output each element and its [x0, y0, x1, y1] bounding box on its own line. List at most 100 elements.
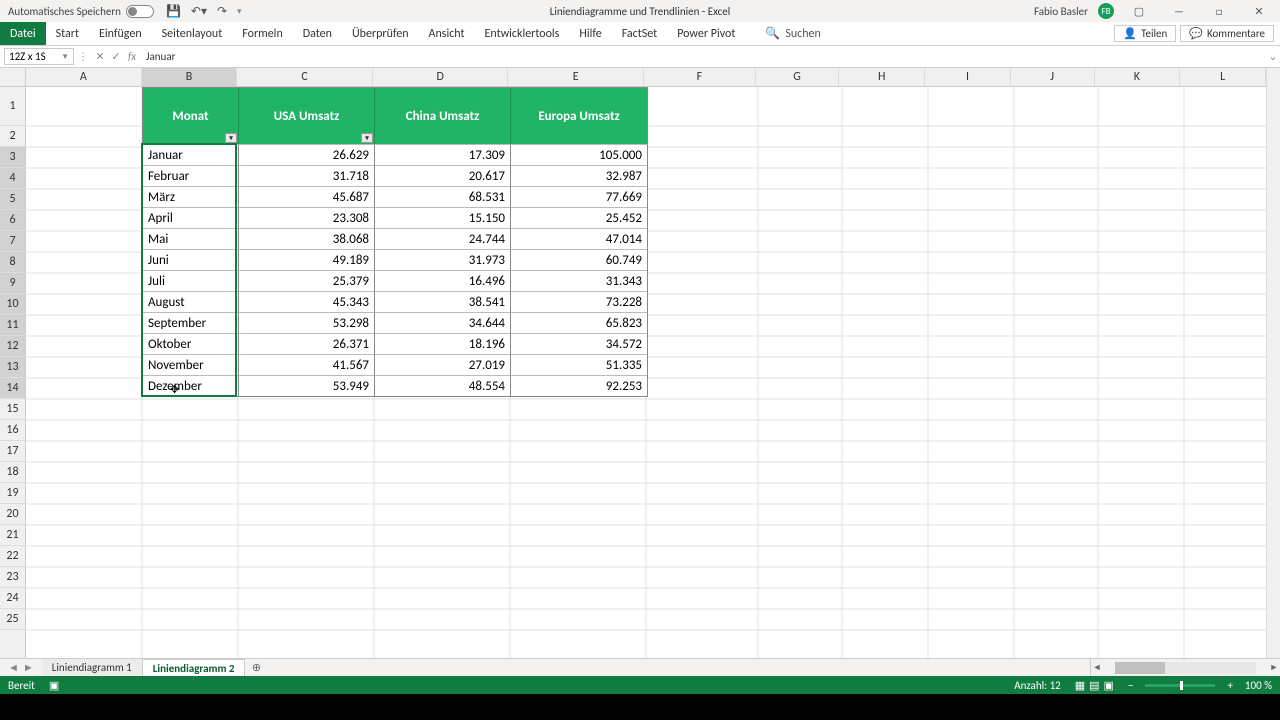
table-header-0[interactable]: Monat▾ — [143, 88, 239, 144]
undo-icon[interactable]: ↶▾ — [191, 4, 207, 19]
table-row[interactable]: Juli25.37916.49631.343 — [143, 270, 647, 291]
col-header-B[interactable]: B — [142, 68, 238, 86]
cell[interactable]: Dezember — [143, 375, 239, 396]
ribbon-tab-formeln[interactable]: Formeln — [232, 22, 292, 45]
row-header-10[interactable]: 10 — [0, 294, 25, 315]
cancel-formula-icon[interactable]: ✕ — [92, 50, 108, 63]
zoom-level[interactable]: 100 % — [1245, 679, 1272, 692]
col-header-H[interactable]: H — [839, 68, 925, 86]
cell[interactable]: 49.189 — [239, 249, 375, 270]
table-header-2[interactable]: China Umsatz — [375, 88, 511, 144]
sheet-nav-prev-icon[interactable]: ◄ — [8, 661, 19, 674]
row-header-4[interactable]: 4 — [0, 168, 25, 189]
row-header-3[interactable]: 3 — [0, 147, 25, 168]
cell[interactable]: 53.298 — [239, 312, 375, 333]
cell[interactable]: 60.749 — [511, 249, 647, 270]
row-header-6[interactable]: 6 — [0, 210, 25, 231]
cell[interactable]: 25.379 — [239, 270, 375, 291]
user-avatar[interactable]: FB — [1098, 3, 1114, 19]
ribbon-tab-datei[interactable]: Datei — [0, 22, 46, 45]
table-row[interactable]: Februar31.71820.61732.987 — [143, 165, 647, 186]
table-row[interactable]: Mai38.06824.74447.014 — [143, 228, 647, 249]
cell[interactable]: 26.629 — [239, 144, 375, 165]
row-header-13[interactable]: 13 — [0, 357, 25, 378]
save-icon[interactable]: 💾 — [166, 4, 181, 19]
share-button[interactable]: 👤Teilen — [1114, 25, 1176, 42]
cells-area[interactable]: Monat▾USA Umsatz▾China UmsatzEuropa Umsa… — [26, 87, 1266, 658]
name-box[interactable]: 12Z x 1S ▼ — [4, 48, 74, 65]
search-box[interactable]: 🔍 Suchen — [765, 22, 820, 45]
table-row[interactable]: November41.56727.01951.335 — [143, 354, 647, 375]
table-row[interactable]: Dezember53.94948.55492.253 — [143, 375, 647, 396]
cell[interactable]: August — [143, 291, 239, 312]
horizontal-scrollbar[interactable]: ◄► — [1090, 659, 1280, 676]
zoom-slider[interactable] — [1145, 684, 1215, 687]
worksheet-grid[interactable]: ABCDEFGHIJKL 123456789101112131415161718… — [0, 68, 1280, 658]
col-header-E[interactable]: E — [508, 68, 644, 86]
cell[interactable]: 65.823 — [511, 312, 647, 333]
filter-button[interactable]: ▾ — [225, 133, 237, 143]
col-header-A[interactable]: A — [26, 68, 142, 86]
row-header-20[interactable]: 20 — [0, 504, 25, 525]
cell[interactable]: 38.068 — [239, 228, 375, 249]
row-header-21[interactable]: 21 — [0, 525, 25, 546]
row-header-19[interactable]: 19 — [0, 483, 25, 504]
cell[interactable]: 15.150 — [375, 207, 511, 228]
cell[interactable]: 16.496 — [375, 270, 511, 291]
row-header-11[interactable]: 11 — [0, 315, 25, 336]
expand-formula-icon[interactable]: ⌄ — [1266, 50, 1280, 63]
cell[interactable]: 48.554 — [375, 375, 511, 396]
comments-button[interactable]: 💬Kommentare — [1180, 25, 1274, 42]
cell[interactable]: Juli — [143, 270, 239, 291]
maximize-icon[interactable]: □ — [1204, 5, 1234, 18]
ribbon-tab-entwicklertools[interactable]: Entwicklertools — [475, 22, 570, 45]
data-table[interactable]: Monat▾USA Umsatz▾China UmsatzEuropa Umsa… — [142, 87, 648, 397]
cell[interactable]: September — [143, 312, 239, 333]
cell[interactable]: 51.335 — [511, 354, 647, 375]
zoom-in-icon[interactable]: + — [1227, 679, 1232, 692]
cell[interactable]: 17.309 — [375, 144, 511, 165]
ribbon-tab-power pivot[interactable]: Power Pivot — [667, 22, 745, 45]
ribbon-display-icon[interactable]: ▢ — [1124, 5, 1154, 18]
table-row[interactable]: Januar26.62917.309105.000 — [143, 144, 647, 165]
cell[interactable]: 34.644 — [375, 312, 511, 333]
table-row[interactable]: März45.68768.53177.669 — [143, 186, 647, 207]
ribbon-tab-factset[interactable]: FactSet — [612, 22, 667, 45]
cell[interactable]: 73.228 — [511, 291, 647, 312]
cell[interactable]: Mai — [143, 228, 239, 249]
row-header-17[interactable]: 17 — [0, 441, 25, 462]
cell[interactable]: 68.531 — [375, 186, 511, 207]
cell[interactable]: Oktober — [143, 333, 239, 354]
col-header-I[interactable]: I — [925, 68, 1011, 86]
minimize-icon[interactable]: — — [1164, 5, 1194, 18]
close-icon[interactable]: ✕ — [1244, 5, 1274, 18]
col-header-J[interactable]: J — [1011, 68, 1095, 86]
cell[interactable]: 45.687 — [239, 186, 375, 207]
table-row[interactable]: Juni49.18931.97360.749 — [143, 249, 647, 270]
cell[interactable]: 26.371 — [239, 333, 375, 354]
ribbon-tab-ansicht[interactable]: Ansicht — [419, 22, 475, 45]
cell[interactable]: 27.019 — [375, 354, 511, 375]
col-header-G[interactable]: G — [756, 68, 840, 86]
cell[interactable]: 31.973 — [375, 249, 511, 270]
qat-customize-icon[interactable]: ▾ — [237, 6, 242, 17]
row-header-23[interactable]: 23 — [0, 567, 25, 588]
table-row[interactable]: August45.34338.54173.228 — [143, 291, 647, 312]
cell[interactable]: 31.718 — [239, 165, 375, 186]
row-header-8[interactable]: 8 — [0, 252, 25, 273]
sheet-nav-next-icon[interactable]: ► — [23, 661, 34, 674]
row-header-14[interactable]: 14 — [0, 378, 25, 399]
redo-icon[interactable]: ↷ — [217, 4, 227, 19]
cell[interactable]: 18.196 — [375, 333, 511, 354]
row-header-15[interactable]: 15 — [0, 399, 25, 420]
row-header-18[interactable]: 18 — [0, 462, 25, 483]
cell[interactable]: 20.617 — [375, 165, 511, 186]
cell[interactable]: 32.987 — [511, 165, 647, 186]
row-header-24[interactable]: 24 — [0, 588, 25, 609]
filter-button[interactable]: ▾ — [361, 133, 373, 143]
row-header-2[interactable]: 2 — [0, 126, 25, 147]
cell[interactable]: 47.014 — [511, 228, 647, 249]
col-header-K[interactable]: K — [1095, 68, 1181, 86]
cell[interactable]: 34.572 — [511, 333, 647, 354]
cell[interactable]: Januar — [143, 144, 239, 165]
